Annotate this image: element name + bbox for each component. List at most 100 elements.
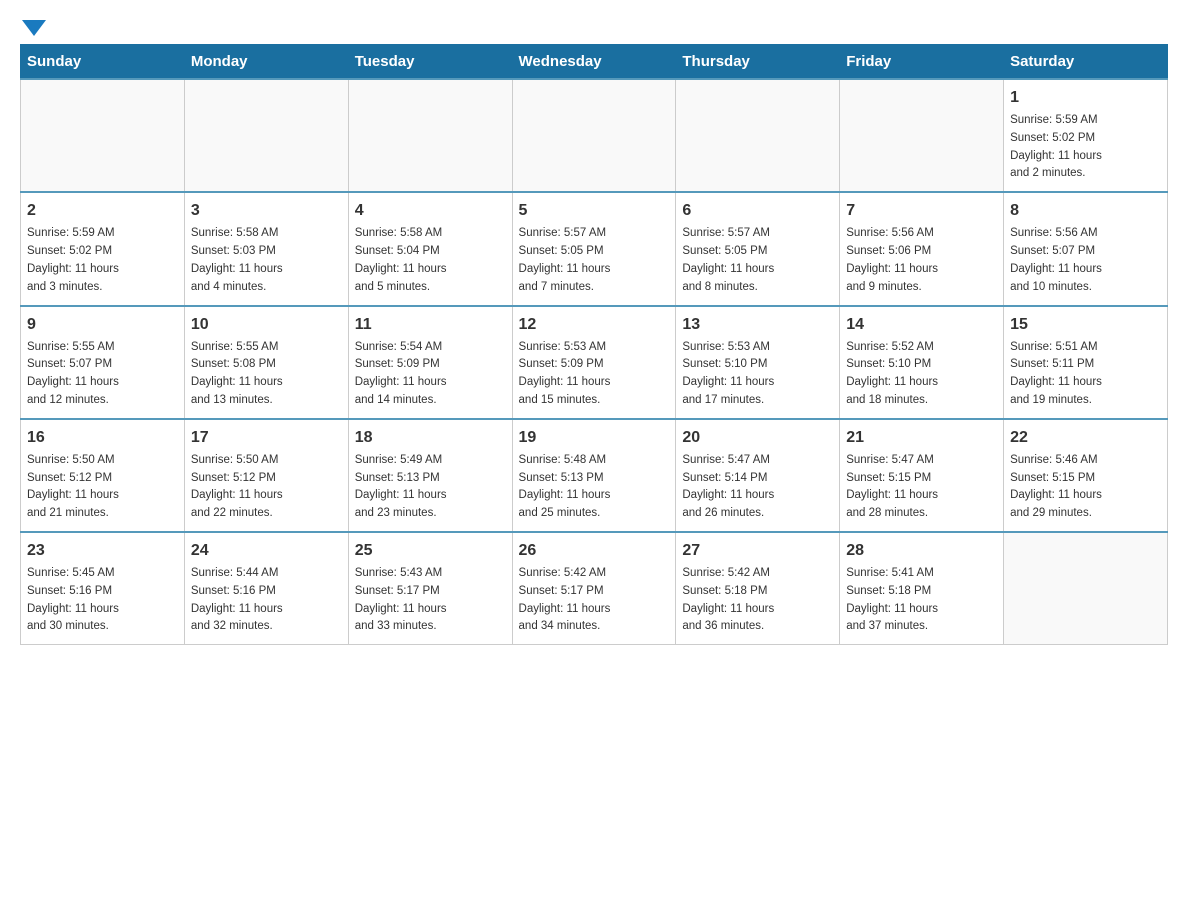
day-number: 11: [355, 313, 506, 337]
day-info: Sunrise: 5:42 AM Sunset: 5:18 PM Dayligh…: [682, 565, 833, 636]
day-info: Sunrise: 5:47 AM Sunset: 5:14 PM Dayligh…: [682, 452, 833, 523]
day-number: 5: [519, 199, 670, 223]
day-info: Sunrise: 5:45 AM Sunset: 5:16 PM Dayligh…: [27, 565, 178, 636]
day-info: Sunrise: 5:44 AM Sunset: 5:16 PM Dayligh…: [191, 565, 342, 636]
weekday-header-thursday: Thursday: [676, 45, 840, 80]
calendar-cell: 6Sunrise: 5:57 AM Sunset: 5:05 PM Daylig…: [676, 192, 840, 305]
day-info: Sunrise: 5:57 AM Sunset: 5:05 PM Dayligh…: [682, 225, 833, 296]
day-info: Sunrise: 5:55 AM Sunset: 5:08 PM Dayligh…: [191, 339, 342, 410]
day-number: 19: [519, 426, 670, 450]
day-number: 18: [355, 426, 506, 450]
calendar-cell: 8Sunrise: 5:56 AM Sunset: 5:07 PM Daylig…: [1004, 192, 1168, 305]
day-number: 16: [27, 426, 178, 450]
weekday-header-row: SundayMondayTuesdayWednesdayThursdayFrid…: [21, 45, 1168, 80]
day-number: 7: [846, 199, 997, 223]
calendar-cell: 15Sunrise: 5:51 AM Sunset: 5:11 PM Dayli…: [1004, 306, 1168, 419]
calendar-week-row: 9Sunrise: 5:55 AM Sunset: 5:07 PM Daylig…: [21, 306, 1168, 419]
day-info: Sunrise: 5:56 AM Sunset: 5:07 PM Dayligh…: [1010, 225, 1161, 296]
calendar-header: SundayMondayTuesdayWednesdayThursdayFrid…: [21, 45, 1168, 80]
calendar-cell: 16Sunrise: 5:50 AM Sunset: 5:12 PM Dayli…: [21, 419, 185, 532]
day-number: 21: [846, 426, 997, 450]
calendar-cell: 5Sunrise: 5:57 AM Sunset: 5:05 PM Daylig…: [512, 192, 676, 305]
calendar-cell: 4Sunrise: 5:58 AM Sunset: 5:04 PM Daylig…: [348, 192, 512, 305]
day-info: Sunrise: 5:59 AM Sunset: 5:02 PM Dayligh…: [27, 225, 178, 296]
day-info: Sunrise: 5:55 AM Sunset: 5:07 PM Dayligh…: [27, 339, 178, 410]
day-number: 27: [682, 539, 833, 563]
day-number: 3: [191, 199, 342, 223]
day-number: 10: [191, 313, 342, 337]
calendar-week-row: 23Sunrise: 5:45 AM Sunset: 5:16 PM Dayli…: [21, 532, 1168, 645]
day-number: 17: [191, 426, 342, 450]
day-number: 20: [682, 426, 833, 450]
day-number: 13: [682, 313, 833, 337]
calendar-cell: 26Sunrise: 5:42 AM Sunset: 5:17 PM Dayli…: [512, 532, 676, 645]
calendar-cell: [840, 79, 1004, 192]
day-info: Sunrise: 5:58 AM Sunset: 5:03 PM Dayligh…: [191, 225, 342, 296]
calendar-cell: 14Sunrise: 5:52 AM Sunset: 5:10 PM Dayli…: [840, 306, 1004, 419]
calendar-cell: 2Sunrise: 5:59 AM Sunset: 5:02 PM Daylig…: [21, 192, 185, 305]
calendar-cell: 21Sunrise: 5:47 AM Sunset: 5:15 PM Dayli…: [840, 419, 1004, 532]
calendar-cell: [1004, 532, 1168, 645]
calendar-cell: 18Sunrise: 5:49 AM Sunset: 5:13 PM Dayli…: [348, 419, 512, 532]
day-info: Sunrise: 5:48 AM Sunset: 5:13 PM Dayligh…: [519, 452, 670, 523]
calendar-cell: [512, 79, 676, 192]
day-number: 9: [27, 313, 178, 337]
weekday-header-monday: Monday: [184, 45, 348, 80]
day-info: Sunrise: 5:53 AM Sunset: 5:10 PM Dayligh…: [682, 339, 833, 410]
calendar-week-row: 1Sunrise: 5:59 AM Sunset: 5:02 PM Daylig…: [21, 79, 1168, 192]
day-number: 8: [1010, 199, 1161, 223]
calendar-body: 1Sunrise: 5:59 AM Sunset: 5:02 PM Daylig…: [21, 79, 1168, 645]
calendar-table: SundayMondayTuesdayWednesdayThursdayFrid…: [20, 44, 1168, 645]
weekday-header-wednesday: Wednesday: [512, 45, 676, 80]
day-number: 1: [1010, 86, 1161, 110]
day-number: 26: [519, 539, 670, 563]
calendar-cell: [184, 79, 348, 192]
calendar-cell: 13Sunrise: 5:53 AM Sunset: 5:10 PM Dayli…: [676, 306, 840, 419]
weekday-header-sunday: Sunday: [21, 45, 185, 80]
day-number: 15: [1010, 313, 1161, 337]
calendar-cell: 19Sunrise: 5:48 AM Sunset: 5:13 PM Dayli…: [512, 419, 676, 532]
calendar-cell: 11Sunrise: 5:54 AM Sunset: 5:09 PM Dayli…: [348, 306, 512, 419]
day-number: 24: [191, 539, 342, 563]
calendar-cell: 23Sunrise: 5:45 AM Sunset: 5:16 PM Dayli…: [21, 532, 185, 645]
calendar-cell: 17Sunrise: 5:50 AM Sunset: 5:12 PM Dayli…: [184, 419, 348, 532]
calendar-cell: 25Sunrise: 5:43 AM Sunset: 5:17 PM Dayli…: [348, 532, 512, 645]
day-info: Sunrise: 5:54 AM Sunset: 5:09 PM Dayligh…: [355, 339, 506, 410]
day-number: 25: [355, 539, 506, 563]
calendar-week-row: 16Sunrise: 5:50 AM Sunset: 5:12 PM Dayli…: [21, 419, 1168, 532]
day-info: Sunrise: 5:47 AM Sunset: 5:15 PM Dayligh…: [846, 452, 997, 523]
day-info: Sunrise: 5:41 AM Sunset: 5:18 PM Dayligh…: [846, 565, 997, 636]
calendar-cell: 22Sunrise: 5:46 AM Sunset: 5:15 PM Dayli…: [1004, 419, 1168, 532]
day-number: 22: [1010, 426, 1161, 450]
weekday-header-friday: Friday: [840, 45, 1004, 80]
day-number: 28: [846, 539, 997, 563]
day-info: Sunrise: 5:49 AM Sunset: 5:13 PM Dayligh…: [355, 452, 506, 523]
day-info: Sunrise: 5:50 AM Sunset: 5:12 PM Dayligh…: [191, 452, 342, 523]
day-number: 2: [27, 199, 178, 223]
calendar-cell: 28Sunrise: 5:41 AM Sunset: 5:18 PM Dayli…: [840, 532, 1004, 645]
calendar-cell: 7Sunrise: 5:56 AM Sunset: 5:06 PM Daylig…: [840, 192, 1004, 305]
calendar-cell: 12Sunrise: 5:53 AM Sunset: 5:09 PM Dayli…: [512, 306, 676, 419]
day-number: 14: [846, 313, 997, 337]
day-number: 6: [682, 199, 833, 223]
page-header: [20, 20, 1168, 34]
calendar-cell: [21, 79, 185, 192]
day-info: Sunrise: 5:56 AM Sunset: 5:06 PM Dayligh…: [846, 225, 997, 296]
calendar-cell: 9Sunrise: 5:55 AM Sunset: 5:07 PM Daylig…: [21, 306, 185, 419]
calendar-cell: 3Sunrise: 5:58 AM Sunset: 5:03 PM Daylig…: [184, 192, 348, 305]
calendar-cell: 24Sunrise: 5:44 AM Sunset: 5:16 PM Dayli…: [184, 532, 348, 645]
day-info: Sunrise: 5:46 AM Sunset: 5:15 PM Dayligh…: [1010, 452, 1161, 523]
calendar-week-row: 2Sunrise: 5:59 AM Sunset: 5:02 PM Daylig…: [21, 192, 1168, 305]
calendar-cell: 27Sunrise: 5:42 AM Sunset: 5:18 PM Dayli…: [676, 532, 840, 645]
day-info: Sunrise: 5:57 AM Sunset: 5:05 PM Dayligh…: [519, 225, 670, 296]
calendar-cell: 10Sunrise: 5:55 AM Sunset: 5:08 PM Dayli…: [184, 306, 348, 419]
day-info: Sunrise: 5:53 AM Sunset: 5:09 PM Dayligh…: [519, 339, 670, 410]
day-info: Sunrise: 5:59 AM Sunset: 5:02 PM Dayligh…: [1010, 112, 1161, 183]
calendar-cell: [676, 79, 840, 192]
day-number: 23: [27, 539, 178, 563]
day-number: 12: [519, 313, 670, 337]
calendar-cell: 20Sunrise: 5:47 AM Sunset: 5:14 PM Dayli…: [676, 419, 840, 532]
logo: [20, 20, 46, 34]
day-info: Sunrise: 5:52 AM Sunset: 5:10 PM Dayligh…: [846, 339, 997, 410]
day-info: Sunrise: 5:50 AM Sunset: 5:12 PM Dayligh…: [27, 452, 178, 523]
